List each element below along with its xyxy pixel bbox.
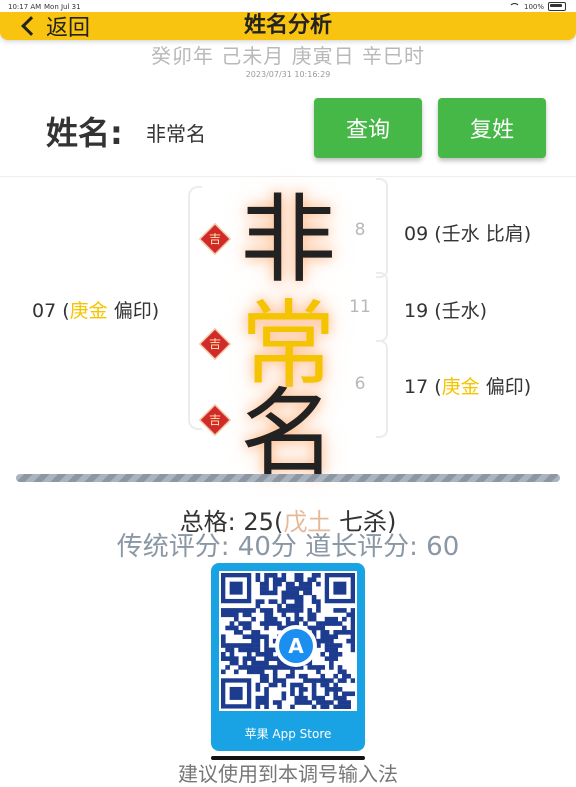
stroke-count: 8 (354, 220, 366, 240)
qr-card[interactable]: A 苹果 App Store (211, 563, 365, 751)
battery-percent: 100% (523, 2, 544, 11)
back-label: 返回 (46, 16, 91, 41)
query-button[interactable]: 查询 (314, 98, 422, 158)
lucky-badge-text: 吉 (208, 337, 221, 351)
score-text: 传统评分: 40分 道长评分: 60 (116, 532, 460, 562)
lucky-badge-text: 吉 (208, 232, 221, 246)
lucky-badge: 吉 (200, 224, 230, 254)
back-button[interactable]: 返回 (20, 12, 91, 41)
bottom-text: 建议使用到本调号输入法 (178, 762, 398, 786)
qr-code: A (219, 571, 357, 711)
status-time: 10:17 AM (8, 3, 42, 11)
name-label: 姓名: (46, 114, 123, 152)
lucky-badge: 吉 (200, 405, 230, 435)
status-right: 100% (508, 2, 566, 11)
name-character: 名 (240, 378, 336, 490)
stroke-count: 6 (354, 374, 366, 394)
wifi-icon (508, 3, 520, 10)
left-bracket (188, 186, 202, 430)
nav-bar: 姓名分析 返回 (0, 12, 576, 41)
chevron-left-icon (21, 16, 41, 36)
name-character: 非 (240, 184, 336, 296)
app-store-icon: A (275, 625, 317, 667)
datetime-text: 2023/07/31 10:16:29 (245, 70, 331, 79)
progress-divider (16, 474, 560, 482)
ganzhi-text: 癸卯年 己未月 庚寅日 辛巳时 (150, 44, 426, 68)
tiange-text: 09 (壬水 比肩) (404, 223, 532, 245)
name-input[interactable]: 非常名 (146, 118, 206, 147)
waige-text: 07 (庚金 偏印) (32, 300, 160, 322)
lucky-badge-text: 吉 (208, 413, 221, 427)
divider (0, 176, 576, 177)
qr-label: 苹果 App Store (244, 727, 332, 741)
lucky-badge: 吉 (200, 329, 230, 359)
home-indicator (211, 756, 365, 760)
compound-surname-button[interactable]: 复姓 (438, 98, 546, 158)
battery-icon (548, 2, 566, 11)
stroke-count: 11 (349, 297, 371, 317)
renge-text: 19 (壬水) (404, 300, 488, 322)
dige-text: 17 (庚金 偏印) (404, 376, 532, 398)
